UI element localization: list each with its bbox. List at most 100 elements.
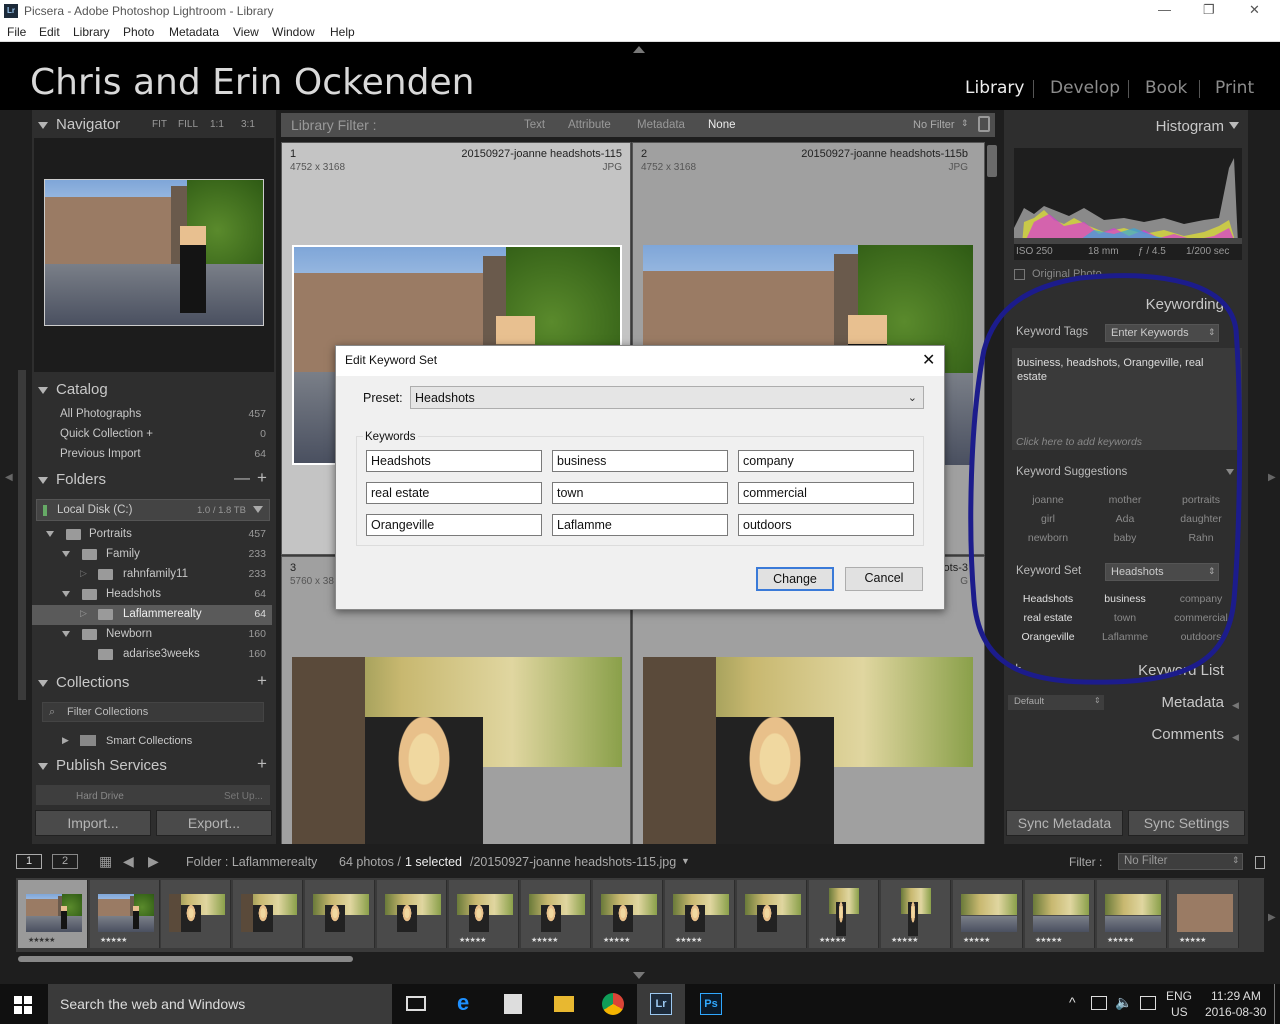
expand-triangle-icon[interactable]: ◀ [1232, 700, 1239, 711]
histogram-header[interactable]: Histogram [1008, 118, 1248, 140]
filter-collections-input[interactable]: ⌕ Filter Collections [42, 702, 264, 722]
catalog-all-photographs[interactable]: All Photographs 457 [32, 405, 272, 425]
dialog-close-icon[interactable]: ✕ [922, 350, 935, 370]
collapse-triangle-icon[interactable] [1229, 122, 1239, 129]
filmstrip-thumb[interactable] [737, 880, 807, 948]
add-publish-service-icon[interactable]: + [257, 754, 267, 774]
cell-thumbnail[interactable] [643, 657, 973, 844]
filmstrip-thumb[interactable] [305, 880, 375, 948]
folder-family[interactable]: Family 233 [32, 545, 272, 565]
module-library[interactable]: Library [965, 78, 1024, 98]
secondary-window-button[interactable]: 2 [52, 854, 78, 869]
collapse-top-arrow-icon[interactable] [633, 46, 645, 53]
add-collection-icon[interactable]: + [257, 671, 267, 691]
notifications-tray-icon[interactable] [1140, 996, 1156, 1010]
forward-arrow-icon[interactable]: ▶ [148, 853, 159, 870]
lightroom-taskbar-icon[interactable]: Lr [650, 993, 672, 1015]
module-develop[interactable]: Develop [1050, 78, 1120, 98]
filter-metadata[interactable]: Metadata [637, 119, 685, 131]
comments-header[interactable]: Comments [1008, 726, 1248, 748]
grid-view-icon[interactable]: ▦ [99, 853, 112, 870]
keyword-field-7[interactable]: Orangeville [366, 514, 542, 536]
sync-metadata-button[interactable]: Sync Metadata [1006, 810, 1123, 836]
nav-zoom-3-1[interactable]: 3:1 [241, 119, 255, 130]
filmstrip-thumb[interactable]: ★★★★★ [1097, 880, 1167, 948]
volume-local-disk[interactable]: Local Disk (C:) 1.0 / 1.8 TB [36, 499, 270, 521]
catalog-quick-collection[interactable]: Quick Collection + 0 [32, 425, 272, 445]
filmstrip-thumb[interactable]: ★★★★★ [1025, 880, 1095, 948]
filter-lock-icon[interactable] [978, 116, 990, 132]
filmstrip-thumb[interactable]: ★★★★★ [521, 880, 591, 948]
folder-headshots[interactable]: Headshots 64 [32, 585, 272, 605]
primary-window-button[interactable]: 1 [16, 854, 42, 869]
filmstrip-thumb[interactable]: ★★★★★ [953, 880, 1023, 948]
filmstrip-thumb[interactable]: ★★★★★ [809, 880, 879, 948]
publish-hard-drive[interactable]: Hard Drive Set Up... [36, 785, 270, 805]
filmstrip-thumb[interactable] [233, 880, 303, 948]
cell-thumbnail[interactable] [292, 657, 622, 844]
import-button[interactable]: Import... [35, 810, 151, 836]
sync-settings-button[interactable]: Sync Settings [1128, 810, 1245, 836]
metadata-header[interactable]: Metadata [1008, 694, 1248, 716]
menu-edit[interactable]: Edit [39, 25, 60, 39]
nav-zoom-fill[interactable]: FILL [178, 119, 198, 130]
volume-menu-icon[interactable] [253, 506, 263, 513]
restore-button[interactable]: ❐ [1203, 2, 1215, 18]
grid-scrollbar-thumb[interactable] [987, 145, 997, 177]
volume-icon[interactable]: 🔈 [1115, 994, 1132, 1011]
nav-zoom-1-1[interactable]: 1:1 [210, 119, 224, 130]
file-explorer-icon[interactable] [554, 996, 574, 1012]
photoshop-taskbar-icon[interactable]: Ps [700, 993, 722, 1015]
right-panel-toggle-icon[interactable]: ▶ [1268, 472, 1276, 483]
filmstrip-source[interactable]: Folder : Laflammerealty [186, 855, 317, 869]
expand-triangle-icon[interactable] [46, 531, 54, 537]
back-arrow-icon[interactable]: ◀ [123, 853, 134, 870]
expand-triangle-icon[interactable] [62, 551, 70, 557]
collections-header[interactable]: Collections [38, 674, 274, 696]
menu-file[interactable]: File [7, 25, 26, 39]
windows-start-icon[interactable] [14, 996, 32, 1014]
filmstrip-thumb[interactable]: ★★★★★ [665, 880, 735, 948]
keyword-field-9[interactable]: outdoors [738, 514, 914, 536]
clock-date[interactable]: 2016-08-30 [1205, 1005, 1266, 1019]
menu-library[interactable]: Library [73, 25, 110, 39]
cancel-button[interactable]: Cancel [845, 567, 923, 591]
clock-time[interactable]: 11:29 AM [1211, 989, 1261, 1003]
hard-drive-setup[interactable]: Set Up... [224, 791, 263, 802]
filmstrip-thumb[interactable]: ★★★★★ [18, 880, 88, 948]
folder-newborn[interactable]: Newborn 160 [32, 625, 272, 645]
tray-chevron-up-icon[interactable]: ^ [1069, 994, 1076, 1010]
filmstrip-thumb[interactable]: ★★★★★ [90, 880, 160, 948]
folder-rahnfamily11[interactable]: ▷ rahnfamily11 233 [32, 565, 272, 585]
edge-browser-icon[interactable]: e [457, 990, 469, 1016]
left-panel-toggle-icon[interactable]: ◀ [5, 472, 13, 483]
filter-none[interactable]: None [708, 119, 736, 131]
filmstrip-filter-select[interactable]: No Filter ⇕ [1118, 853, 1243, 870]
close-window-button[interactable]: ✕ [1249, 2, 1260, 18]
menu-photo[interactable]: Photo [123, 25, 154, 39]
filmstrip-thumb[interactable] [377, 880, 447, 948]
expand-triangle-icon[interactable]: ▶ [62, 735, 69, 746]
menu-view[interactable]: View [233, 25, 259, 39]
folder-laflammerealty[interactable]: ▷ Laflammerealty 64 [32, 605, 272, 625]
catalog-header[interactable]: Catalog [38, 381, 274, 403]
filmstrip-scrollbar-thumb[interactable] [18, 956, 353, 962]
keyword-field-2[interactable]: business [552, 450, 728, 472]
add-folder-icon[interactable]: + [257, 468, 267, 488]
keyword-field-4[interactable]: real estate [366, 482, 542, 504]
module-book[interactable]: Book [1145, 78, 1187, 98]
filter-attribute[interactable]: Attribute [568, 119, 611, 131]
histogram-graph[interactable]: ISO 250 18 mm ƒ / 4.5 1/200 sec [1014, 148, 1242, 260]
chrome-icon[interactable] [602, 993, 624, 1015]
input-language[interactable]: ENG [1166, 989, 1192, 1003]
remove-folder-icon[interactable]: — [234, 470, 250, 488]
smart-collections-set[interactable]: ▶ Smart Collections [32, 731, 272, 751]
keyword-field-3[interactable]: company [738, 450, 914, 472]
filmstrip-thumb[interactable]: ★★★★★ [593, 880, 663, 948]
collapse-bottom-arrow-icon[interactable] [633, 972, 645, 979]
filter-text[interactable]: Text [524, 119, 545, 131]
filmstrip-thumb[interactable]: ★★★★★ [449, 880, 519, 948]
publish-services-header[interactable]: Publish Services [38, 757, 274, 779]
left-panel-scrollbar[interactable] [18, 370, 26, 700]
catalog-previous-import[interactable]: Previous Import 64 [32, 445, 272, 465]
